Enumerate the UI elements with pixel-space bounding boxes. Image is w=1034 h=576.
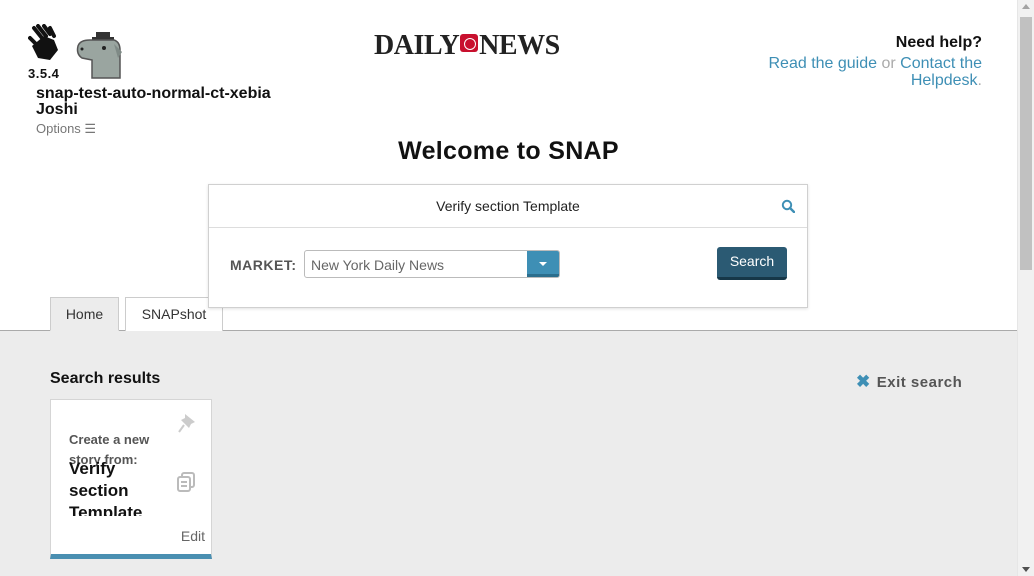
search-query[interactable]: Verify section Template	[209, 185, 807, 228]
snap-page: 3.5.4 snap-test-auto-normal-ct-xebia Jos…	[0, 0, 1034, 576]
daily-news-logo: DAILY NEWS	[374, 30, 560, 62]
copy-icon[interactable]	[177, 472, 195, 492]
read-guide-link[interactable]: Read the guide	[769, 55, 878, 72]
market-label: MARKET:	[230, 257, 297, 273]
result-card[interactable]: Create a new story from: Verify section …	[50, 399, 212, 559]
scroll-down-icon[interactable]	[1022, 567, 1030, 572]
market-select-value: New York Daily News	[311, 257, 445, 273]
exit-search-button[interactable]: ✖ Exit search	[856, 372, 962, 392]
tab-home[interactable]: Home	[50, 297, 119, 331]
search-icon[interactable]	[781, 199, 795, 213]
help-or-text: or	[881, 55, 896, 72]
scrollbar-thumb[interactable]	[1020, 17, 1032, 270]
search-panel: Verify section Template MARKET: New York…	[208, 184, 808, 308]
help-links: Read the guide or Contact the Helpdesk.	[769, 55, 983, 89]
brand-right: NEWS	[479, 30, 560, 61]
market-select[interactable]: New York Daily News	[304, 250, 560, 278]
vertical-scrollbar[interactable]	[1017, 0, 1034, 576]
close-x-icon: ✖	[856, 372, 871, 391]
results-title: Search results	[50, 370, 161, 387]
dog-logo-icon	[76, 32, 122, 79]
brand-mark-icon	[460, 34, 479, 52]
dropdown-caret-icon[interactable]	[527, 251, 559, 277]
results-panel: Search results ✖ Exit search Create a new…	[0, 331, 1017, 576]
app-version: 3.5.4	[28, 66, 60, 81]
pin-icon[interactable]	[177, 412, 197, 434]
help-period: .	[977, 72, 982, 89]
card-edit-link[interactable]: Edit	[181, 528, 205, 544]
user-name: snap-test-auto-normal-ct-xebia Joshi	[36, 85, 271, 118]
search-query-text: Verify section Template	[436, 198, 580, 214]
options-menu[interactable]: Options ☰	[36, 121, 96, 137]
help-title: Need help?	[895, 34, 982, 51]
hand-logo-icon	[28, 24, 58, 60]
card-title: Verify section Template	[69, 459, 143, 516]
page-title: Welcome to SNAP	[398, 137, 619, 165]
exit-search-label: Exit search	[876, 374, 963, 391]
scroll-up-icon[interactable]	[1022, 4, 1030, 9]
brand-left: DAILY	[374, 30, 460, 61]
search-button[interactable]: Search	[717, 247, 787, 280]
contact-helpdesk-link[interactable]: Contact the Helpdesk	[900, 55, 982, 89]
help-block: Need help? Read the guide or Contact the…	[769, 34, 983, 89]
